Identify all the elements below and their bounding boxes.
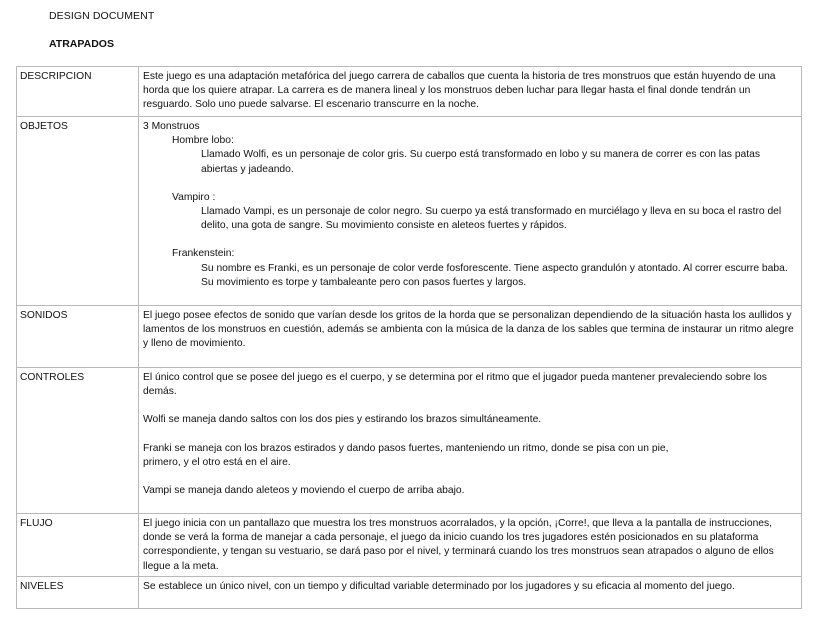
monster-name-vampire: Vampiro : (172, 191, 216, 203)
row-label-niveles: NIVELES (16, 575, 139, 609)
objetos-intro: 3 Monstruos (143, 121, 200, 132)
monster-desc-frankenstein: Su nombre es Franki, es un personaje de … (201, 262, 788, 288)
document-title: ATRAPADOS (49, 38, 114, 50)
row-content-sonidos: El juego posee efectos de sonido que var… (138, 305, 802, 368)
row-label-descripcion: DESCRIPCION (16, 66, 139, 117)
controles-general-text: El único control que se posee del juego … (143, 372, 767, 398)
row-content-objetos: 3 Monstruos Hombre lobo: Llamado Wolfi, … (138, 116, 802, 306)
document-type-label: DESIGN DOCUMENT (49, 10, 155, 22)
row-label-flujo: FLUJO (16, 513, 139, 577)
table-row-flujo: FLUJO El juego inicia con un pantallazo … (16, 513, 802, 577)
niveles-text: Se establece un único nivel, con un tiem… (143, 580, 735, 592)
row-content-flujo: El juego inicia con un pantallazo que mu… (138, 513, 802, 577)
design-table: DESCRIPCION Este juego es una adaptación… (16, 66, 802, 609)
monster-desc-vampire: Llamado Vampi, es un personaje de color … (201, 206, 782, 232)
monster-name-wolf: Hombre lobo: (172, 135, 234, 147)
table-row-niveles: NIVELES Se establece un único nivel, con… (16, 575, 802, 609)
controles-franki-text: Franki se maneja con los brazos estirado… (143, 442, 669, 454)
table-row-descripcion: DESCRIPCION Este juego es una adaptación… (16, 66, 802, 117)
controles-wolfi-text: Wolfi se maneja dando saltos con los dos… (143, 414, 542, 426)
descripcion-text: Este juego es una adaptación metafórica … (143, 71, 776, 111)
sonidos-text: El juego posee efectos de sonido que var… (143, 310, 794, 350)
controles-franki-text-cont: primero, y el otro está en el aire. (143, 456, 291, 468)
row-content-controles: El único control que se posee del juego … (138, 367, 802, 514)
table-row-objetos: OBJETOS 3 Monstruos Hombre lobo: Llamado… (16, 116, 802, 306)
row-label-objetos: OBJETOS (16, 116, 139, 306)
flujo-text: El juego inicia con un pantallazo que mu… (143, 518, 774, 572)
table-row-sonidos: SONIDOS El juego posee efectos de sonido… (16, 305, 802, 368)
row-label-controles: CONTROLES (16, 367, 139, 514)
table-row-controles: CONTROLES El único control que se posee … (16, 367, 802, 514)
controles-vampi-text: Vampi se maneja dando aleteos y moviendo… (143, 485, 465, 497)
monster-name-frankenstein: Frankenstein: (172, 248, 235, 260)
row-content-niveles: Se establece un único nivel, con un tiem… (138, 575, 802, 609)
row-label-sonidos: SONIDOS (16, 305, 139, 368)
monster-desc-wolf: Llamado Wolfi, es un personaje de color … (201, 149, 761, 175)
row-content-descripcion: Este juego es una adaptación metafórica … (138, 66, 802, 117)
